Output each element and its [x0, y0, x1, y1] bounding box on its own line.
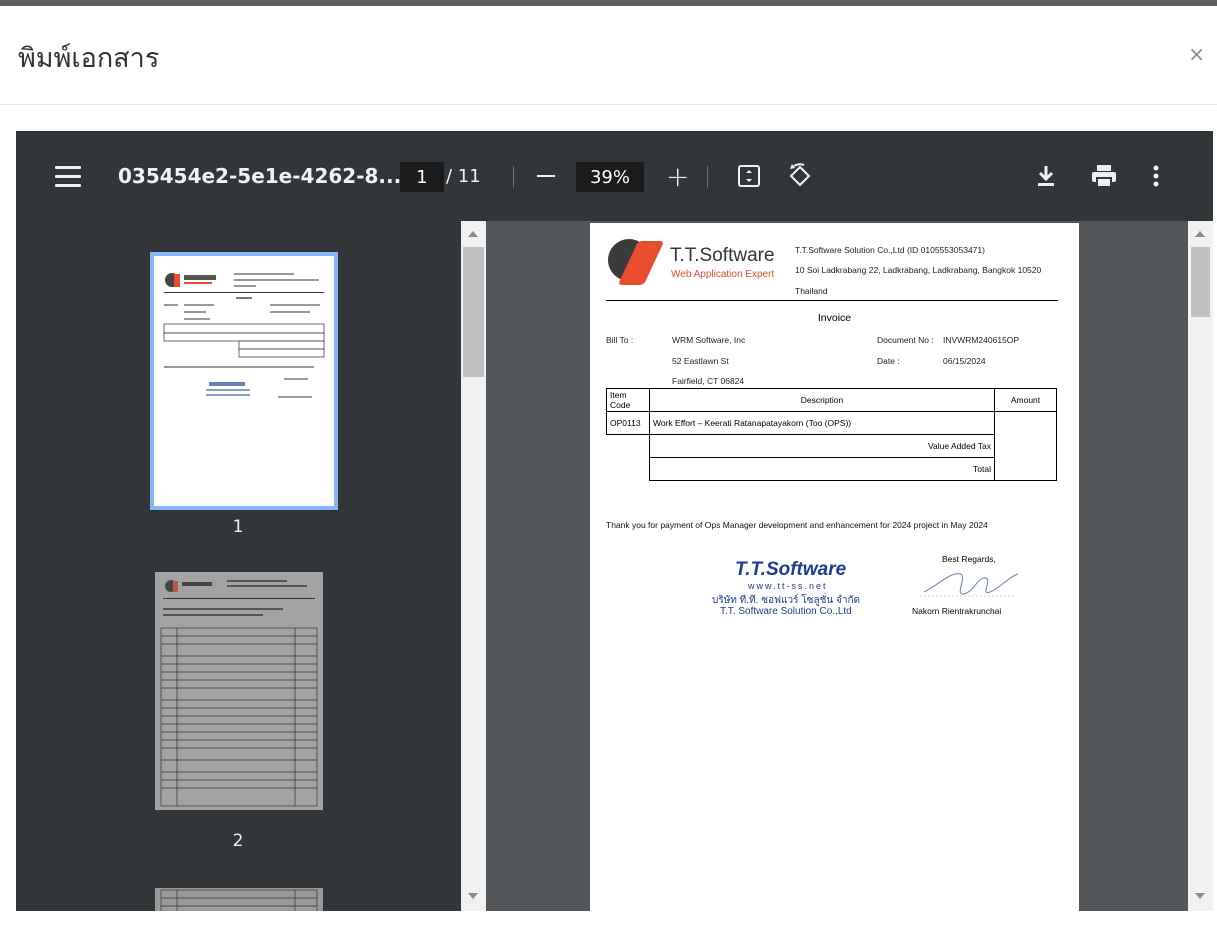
- rotate-icon[interactable]: [786, 131, 814, 221]
- bill-to-address: Fairfield, CT 06824: [672, 376, 745, 386]
- page-thumbnail[interactable]: [155, 888, 323, 911]
- brand-name: T.T.Software: [670, 245, 775, 266]
- menu-icon[interactable]: [54, 131, 82, 221]
- header-item-code: Item Code: [606, 388, 650, 412]
- company-line: Thailand: [795, 286, 828, 296]
- page-total: / 11: [446, 165, 481, 187]
- stamp-brand: T.T.Software: [735, 559, 847, 580]
- signature: [920, 573, 1019, 597]
- vat-label: Value Added Tax: [649, 434, 995, 458]
- stamp-english-name: T.T. Software Solution Co.,Ltd: [720, 606, 852, 617]
- zoom-out-icon[interactable]: [536, 131, 556, 221]
- scrollbar-thumb[interactable]: [463, 247, 484, 377]
- bill-to-address: 52 Eastlawn St: [672, 356, 729, 366]
- toolbar-divider: [513, 166, 514, 188]
- sidebar-scrollbar[interactable]: [461, 221, 486, 911]
- scroll-up-icon[interactable]: [1195, 231, 1205, 237]
- scroll-down-icon[interactable]: [1195, 893, 1205, 899]
- zoom-level-input[interactable]: 39%: [576, 162, 644, 192]
- doc-no: INVWRM240615OP: [943, 335, 1020, 345]
- print-icon[interactable]: [1090, 131, 1118, 221]
- divider: [606, 300, 1058, 301]
- scroll-up-icon[interactable]: [468, 231, 478, 237]
- pdf-viewer: 035454e2-5e1e-4262-8... 1 / 11 39% + 1 2…: [16, 131, 1213, 911]
- thanks-note: Thank you for payment of Ops Manager dev…: [606, 520, 988, 530]
- brand-tagline: Web Application Expert: [671, 269, 775, 280]
- thumbnail-label: 1: [232, 517, 244, 537]
- modal-title: พิมพ์เอกสาร: [18, 43, 160, 74]
- company-line: T.T.Software Solution Co.,Ltd (ID 010555…: [795, 245, 985, 255]
- item-description: Work Effort – Keerati Ratanapatayakorn (…: [649, 411, 995, 435]
- page-number-input[interactable]: 1: [400, 162, 444, 192]
- header-description: Description: [649, 388, 995, 412]
- scrollbar-thumb[interactable]: [1191, 247, 1210, 317]
- thumbnail-sidebar[interactable]: 1 2: [16, 221, 486, 911]
- bill-to-label: Bill To :: [606, 335, 634, 345]
- fit-page-icon[interactable]: [736, 131, 762, 221]
- signer-name: Nakorn Rientrakrunchai: [912, 606, 1002, 616]
- file-name: 035454e2-5e1e-4262-8...: [118, 164, 402, 188]
- document-scrollbar[interactable]: [1188, 221, 1213, 911]
- company-line: 10 Soi Ladkrabang 22, Ladkrabang, Ladkra…: [795, 265, 1042, 275]
- document-view[interactable]: T.T.Software Web Application Expert T.T.…: [486, 221, 1213, 911]
- thumbnail-label: 2: [232, 831, 244, 851]
- total-label: Total: [649, 457, 995, 481]
- close-icon[interactable]: ×: [1188, 42, 1205, 66]
- items-table: Item Code Description Amount OP0113 Work…: [606, 388, 1057, 481]
- doc-no-label: Document No :: [877, 335, 934, 345]
- stamp-url: www.tt-ss.net: [748, 581, 828, 591]
- document-page: T.T.Software Web Application Expert T.T.…: [590, 223, 1079, 911]
- toolbar-divider: [707, 166, 708, 188]
- scroll-down-icon[interactable]: [468, 893, 478, 899]
- modal-header: พิมพ์เอกสาร ×: [0, 6, 1217, 105]
- page-thumbnail[interactable]: [150, 252, 338, 510]
- zoom-in-icon[interactable]: +: [666, 131, 689, 221]
- date-value: 06/15/2024: [943, 356, 986, 366]
- date-label: Date :: [877, 356, 900, 366]
- download-icon[interactable]: [1034, 131, 1058, 221]
- invoice-title: Invoice: [817, 312, 852, 324]
- pdf-toolbar: 035454e2-5e1e-4262-8... 1 / 11 39% +: [16, 131, 1213, 221]
- regards-text: Best Regards,: [942, 554, 996, 564]
- page-thumbnail[interactable]: [155, 572, 323, 810]
- more-options-icon[interactable]: [1152, 131, 1160, 221]
- bill-to-name: WRM Software, Inc: [672, 335, 746, 345]
- header-amount: Amount: [994, 388, 1057, 412]
- item-code: OP0113: [606, 411, 650, 435]
